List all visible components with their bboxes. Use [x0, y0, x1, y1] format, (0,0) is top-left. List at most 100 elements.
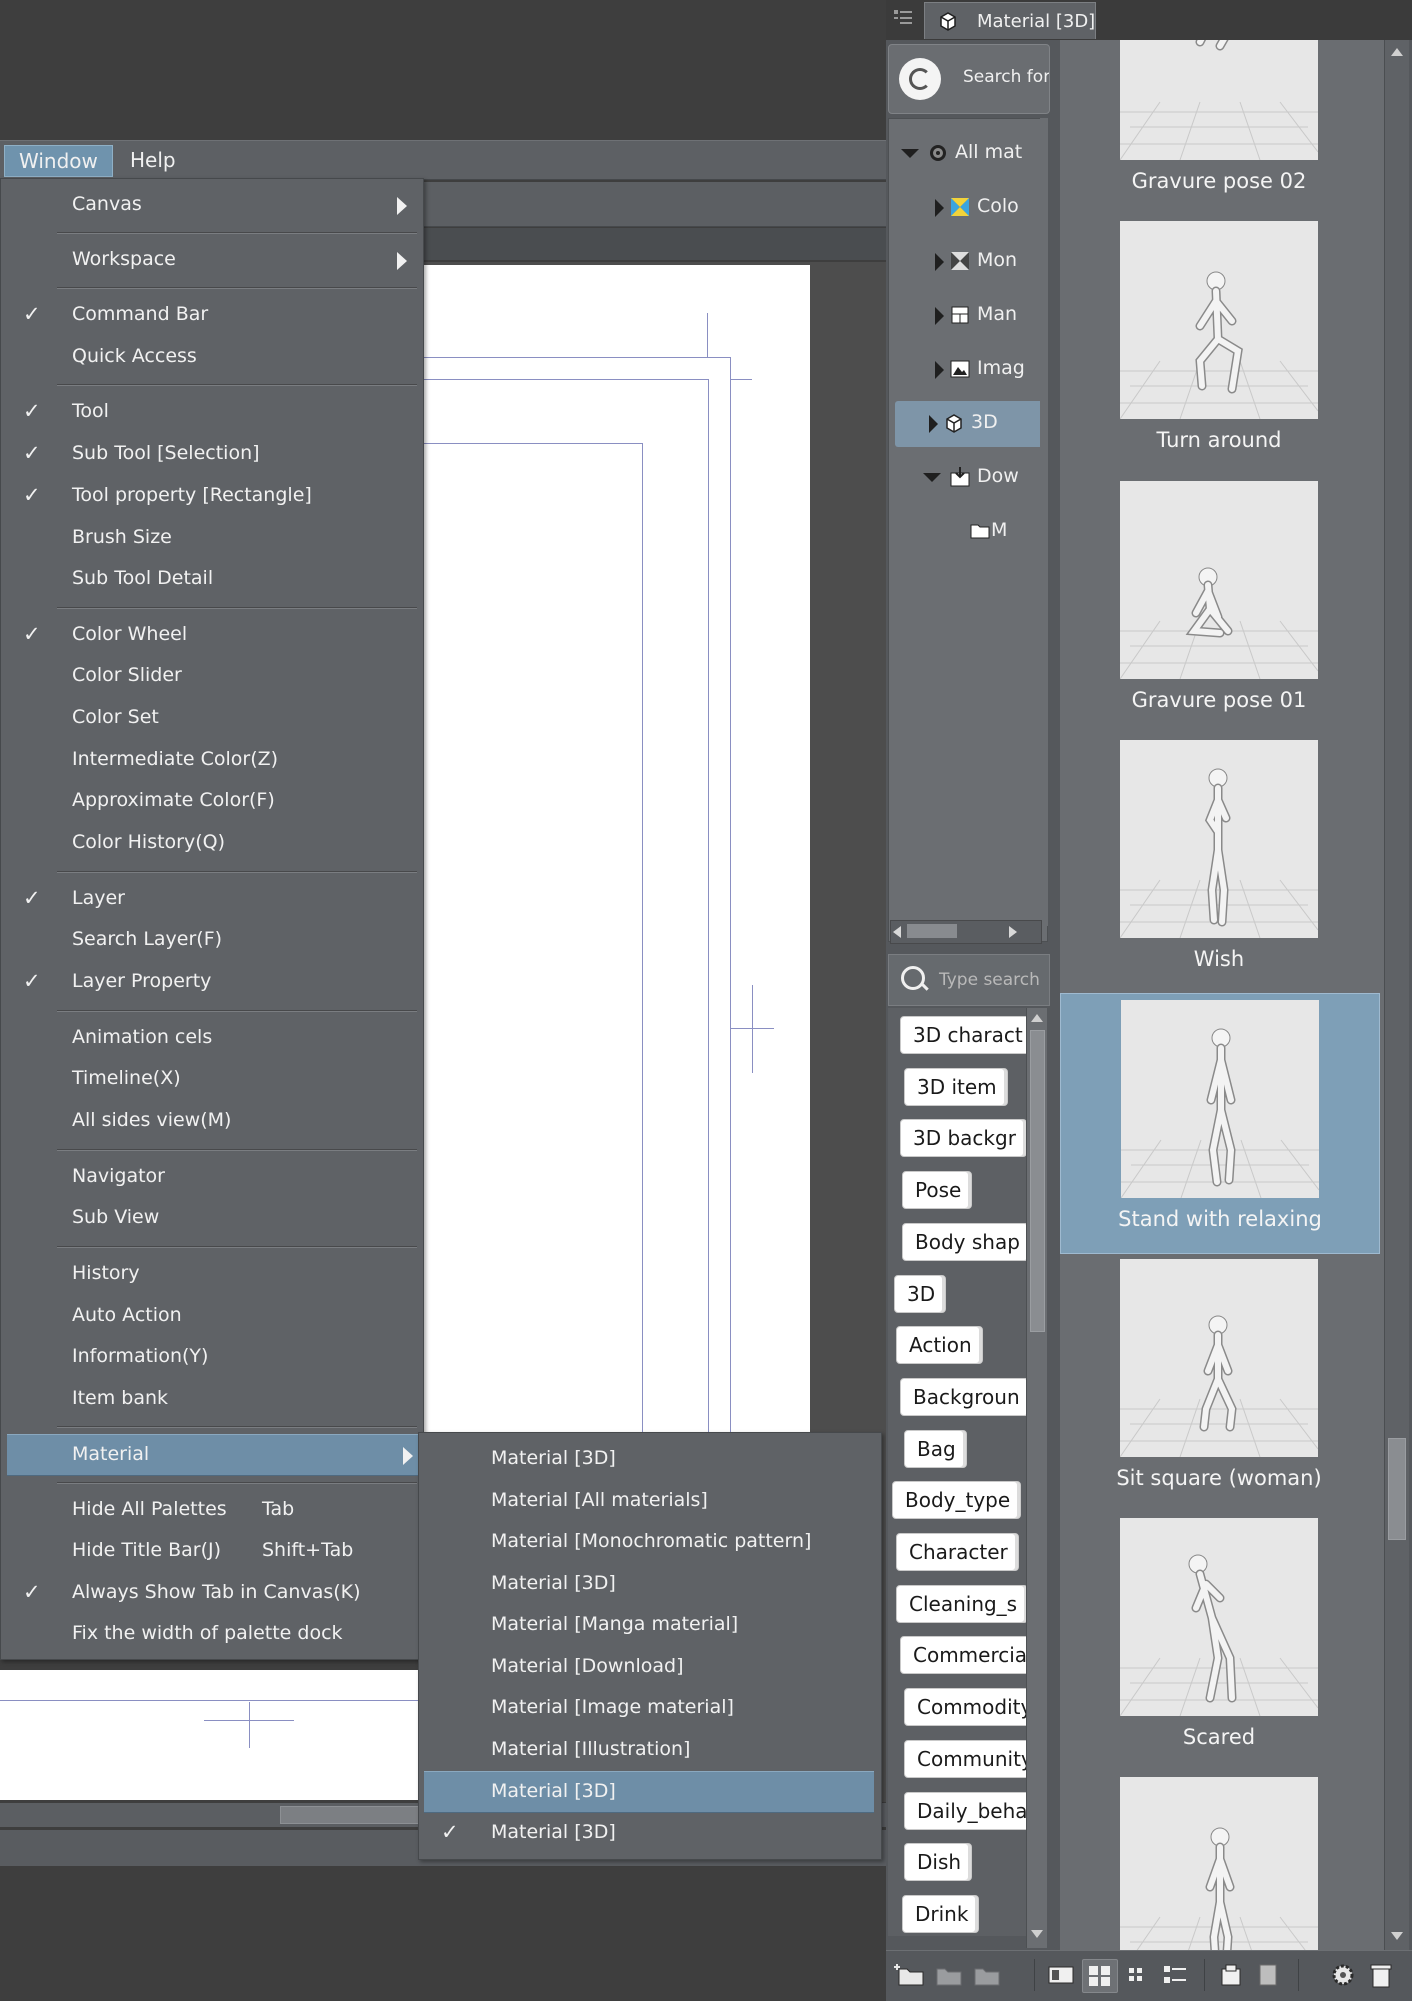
export-folder-icon[interactable]	[932, 1959, 966, 1991]
menu-item-history[interactable]: History	[1, 1254, 419, 1294]
material-item[interactable]: Gravure pose 01	[1060, 475, 1378, 734]
tab-material-3d[interactable]: Material [3D]	[924, 2, 1096, 39]
palette-menu-icon[interactable]	[892, 6, 916, 32]
expand-right-arrow-icon[interactable]	[929, 415, 938, 433]
trash-icon[interactable]	[1364, 1959, 1398, 1991]
tag-backgroun[interactable]: Backgroun	[900, 1377, 1026, 1416]
submenu-item-material-all-materials[interactable]: Material [All materials]	[419, 1481, 879, 1521]
material-property-icon[interactable]	[1252, 1959, 1286, 1991]
tree-item-3d[interactable]: 3D	[895, 401, 1045, 447]
menu-item-information-y[interactable]: Information(Y)	[1, 1337, 419, 1377]
submenu-item-material-3d[interactable]: ✓ Material [3D]	[419, 1813, 879, 1853]
tag-list-scrollbar[interactable]	[1026, 1008, 1047, 1948]
tree-item-m[interactable]: M	[889, 509, 1045, 555]
tree-horizontal-scrollbar[interactable]	[890, 920, 1042, 944]
scrollbar-thumb[interactable]	[1388, 1438, 1406, 1540]
tree-item-mon[interactable]: Mon	[889, 239, 1045, 285]
menu-item-layer-property[interactable]: ✓ Layer Property	[1, 962, 419, 1002]
menu-item-color-slider[interactable]: Color Slider	[1, 656, 419, 696]
paste-to-canvas-icon[interactable]	[1214, 1959, 1248, 1991]
tag-3d[interactable]: 3D	[894, 1274, 947, 1313]
list-with-details-icon[interactable]	[1044, 1959, 1078, 1991]
menu-item-tool-property-rectangle[interactable]: ✓ Tool property [Rectangle]	[1, 476, 419, 516]
expand-down-arrow-icon[interactable]	[923, 473, 941, 482]
expand-down-arrow-icon[interactable]	[901, 149, 919, 158]
scrollbar-thumb[interactable]	[907, 924, 957, 938]
tree-item-all-mat[interactable]: All mat	[889, 131, 1045, 177]
expand-right-arrow-icon[interactable]	[935, 199, 944, 217]
material-list-scrollbar[interactable]	[1384, 40, 1409, 1954]
submenu-item-material-illustration[interactable]: Material [Illustration]	[419, 1730, 879, 1770]
tag-cleaning-s[interactable]: Cleaning_s	[896, 1584, 1026, 1623]
menu-item-brush-size[interactable]: Brush Size	[1, 518, 419, 558]
menu-item-canvas[interactable]: Canvas	[1, 185, 419, 225]
menu-item-layer[interactable]: ✓ Layer	[1, 879, 419, 919]
tag-dish[interactable]: Dish	[904, 1843, 973, 1882]
scroll-up-arrow-icon[interactable]	[1391, 48, 1403, 56]
menu-window[interactable]: Window	[4, 145, 113, 177]
expand-right-arrow-icon[interactable]	[935, 307, 944, 325]
submenu-item-material-3d[interactable]: Material [3D]	[419, 1439, 879, 1479]
material-item[interactable]: Stand with relaxing	[1060, 993, 1380, 1255]
canvas-paper[interactable]	[420, 265, 810, 1443]
menu-item-navigator[interactable]: Navigator	[1, 1157, 419, 1197]
menu-item-tool[interactable]: ✓ Tool	[1, 392, 419, 432]
tag-drink[interactable]: Drink	[902, 1894, 980, 1933]
material-item[interactable]: Sit square (woman)	[1060, 1253, 1378, 1512]
tag-pose[interactable]: Pose	[902, 1171, 973, 1210]
expand-right-arrow-icon[interactable]	[935, 361, 944, 379]
menu-item-hide-all-palettes[interactable]: Hide All Palettes Tab	[1, 1490, 419, 1530]
tag-body-type[interactable]: Body_type	[892, 1481, 1022, 1520]
tag-3d-charact[interactable]: 3D charact	[900, 1016, 1026, 1054]
tag-search-field[interactable]: Type search	[888, 954, 1050, 1006]
tag-commodity[interactable]: Commodity	[904, 1688, 1026, 1727]
scroll-down-arrow-icon[interactable]	[1031, 1930, 1043, 1938]
menu-item-sub-tool-detail[interactable]: Sub Tool Detail	[1, 559, 419, 599]
menu-item-color-set[interactable]: Color Set	[1, 698, 419, 738]
material-item[interactable]: Scared	[1060, 1512, 1378, 1771]
tag-bag[interactable]: Bag	[904, 1429, 967, 1468]
scroll-up-arrow-icon[interactable]	[1031, 1014, 1043, 1022]
scrollbar-thumb[interactable]	[1030, 1030, 1045, 1332]
tree-item-man[interactable]: Man	[889, 293, 1045, 339]
tag-daily-beha[interactable]: Daily_beha	[904, 1791, 1026, 1830]
scroll-right-arrow-icon[interactable]	[1009, 926, 1017, 938]
menu-item-command-bar[interactable]: ✓ Command Bar	[1, 295, 419, 335]
menu-item-always-show-tab-in-canvas-k[interactable]: ✓ Always Show Tab in Canvas(K)	[1, 1573, 419, 1613]
tag-3d-backgr[interactable]: 3D backgr	[900, 1119, 1026, 1158]
menu-item-search-layer-f[interactable]: Search Layer(F)	[1, 920, 419, 960]
tag-community[interactable]: Community	[904, 1739, 1026, 1778]
tree-item-imag[interactable]: Imag	[889, 347, 1045, 393]
tree-item-dow[interactable]: Dow	[889, 455, 1045, 501]
material-item[interactable]	[1060, 1771, 1378, 1950]
scrollbar-thumb[interactable]	[280, 1806, 422, 1824]
menu-item-quick-access[interactable]: Quick Access	[1, 337, 419, 377]
menu-item-sub-tool-selection[interactable]: ✓ Sub Tool [Selection]	[1, 434, 419, 474]
new-folder-icon[interactable]	[894, 1959, 928, 1991]
scroll-left-arrow-icon[interactable]	[893, 926, 901, 938]
tag-action[interactable]: Action	[896, 1326, 983, 1365]
menu-item-timeline-x[interactable]: Timeline(X)	[1, 1059, 419, 1099]
menu-item-item-bank[interactable]: Item bank	[1, 1379, 419, 1419]
settings-gear-icon[interactable]	[1326, 1959, 1360, 1991]
submenu-item-material-3d[interactable]: Material [3D]	[419, 1564, 879, 1604]
submenu-item-material-download[interactable]: Material [Download]	[419, 1647, 879, 1687]
submenu-item-material-image-material[interactable]: Material [Image material]	[419, 1688, 879, 1728]
canvas-paper-bottom[interactable]	[0, 1670, 420, 1800]
tag-commercia[interactable]: Commercia	[900, 1636, 1026, 1675]
scroll-down-arrow-icon[interactable]	[1391, 1932, 1403, 1940]
menu-item-material[interactable]: Material	[7, 1434, 419, 1476]
tag-body-shap[interactable]: Body shap	[902, 1222, 1026, 1261]
menu-item-approximate-color-f[interactable]: Approximate Color(F)	[1, 781, 419, 821]
menu-item-auto-action[interactable]: Auto Action	[1, 1296, 419, 1336]
expand-right-arrow-icon[interactable]	[935, 253, 944, 271]
menu-item-hide-title-bar-j[interactable]: Hide Title Bar(J) Shift+Tab	[1, 1531, 419, 1571]
list-view-icon[interactable]	[1158, 1959, 1192, 1991]
material-item[interactable]: Gravure pose 02	[1060, 40, 1378, 215]
material-item[interactable]: Turn around	[1060, 215, 1378, 474]
submenu-item-material-monochromatic-pattern[interactable]: Material [Monochromatic pattern]	[419, 1522, 879, 1562]
tree-vertical-scrollbar[interactable]	[1040, 118, 1048, 926]
menu-item-sub-view[interactable]: Sub View	[1, 1198, 419, 1238]
menu-item-animation-cels[interactable]: Animation cels	[1, 1018, 419, 1058]
menu-help[interactable]: Help	[116, 145, 190, 175]
